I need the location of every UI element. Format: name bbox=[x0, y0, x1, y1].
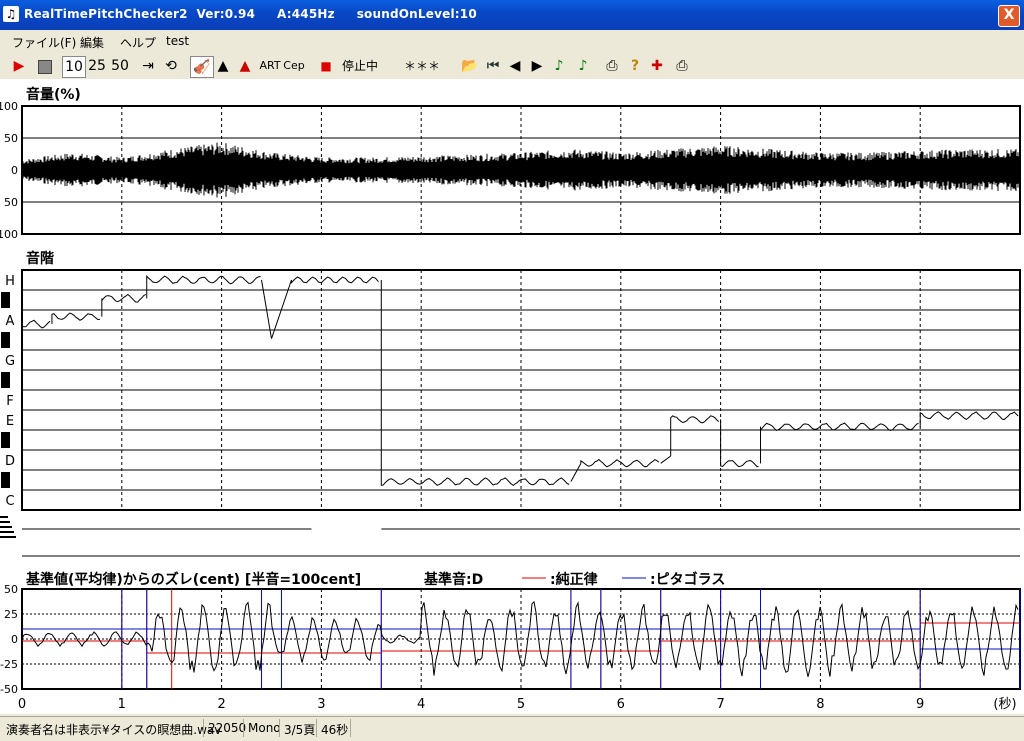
volume-tick: 100 bbox=[0, 100, 18, 113]
time-tick: 7 bbox=[716, 697, 724, 712]
volume-tick: 0 bbox=[11, 164, 18, 177]
volume-tick: 100 bbox=[0, 228, 18, 241]
repeat-icon[interactable]: ⟲ bbox=[161, 56, 181, 76]
cep-button[interactable]: Cep bbox=[282, 56, 306, 76]
open-folder-icon[interactable]: 📂 bbox=[460, 56, 480, 76]
chart-panel: 音量(%) 音階 基準値(平均律)からのズレ(cent) [半音=100cent… bbox=[0, 80, 1024, 714]
status-page: 3/5頁 bbox=[284, 723, 316, 737]
first-icon[interactable]: ⏮ bbox=[484, 56, 502, 76]
scale-note-label: H bbox=[5, 274, 15, 289]
status-rate: 22050 bbox=[208, 721, 247, 735]
speed-10-button[interactable]: 10 bbox=[62, 56, 86, 78]
menu-file[interactable]: ファイル(F) bbox=[12, 34, 76, 51]
time-tick: 6 bbox=[617, 697, 625, 712]
scale-note-label: A bbox=[6, 314, 15, 329]
volume-chart: 100 50 0 50 100 bbox=[0, 100, 1021, 241]
deviation-tick: 50 bbox=[4, 583, 18, 596]
person-icon[interactable]: ▲ bbox=[214, 56, 232, 76]
violin-icon[interactable]: 🎻 bbox=[190, 56, 214, 78]
status-channels: Mono bbox=[248, 721, 281, 735]
time-tick: 3 bbox=[317, 697, 325, 712]
scale-note-label: C bbox=[5, 494, 14, 509]
time-tick: 1 bbox=[118, 697, 126, 712]
app-icon: ♫ bbox=[3, 6, 19, 22]
black-key bbox=[1, 432, 10, 448]
deviation-tick: 0 bbox=[11, 633, 18, 646]
stop-button[interactable] bbox=[34, 56, 56, 76]
play-icon[interactable]: ▶ bbox=[8, 56, 30, 76]
note2-icon[interactable]: ♪ bbox=[574, 56, 592, 76]
menu-edit[interactable]: 編集 bbox=[80, 34, 104, 51]
help-icon[interactable]: ? bbox=[626, 56, 644, 76]
person-red-icon[interactable]: ▲ bbox=[236, 56, 254, 76]
next-icon[interactable]: ▶ bbox=[528, 56, 546, 76]
status-duration: 46秒 bbox=[321, 723, 349, 737]
menu-help[interactable]: ヘルプ bbox=[120, 34, 156, 51]
scale-note-label: G bbox=[5, 354, 15, 369]
deviation-tick: -50 bbox=[0, 683, 18, 696]
art-button[interactable]: ART bbox=[258, 56, 282, 76]
record-icon[interactable]: ■ bbox=[318, 56, 334, 76]
black-key bbox=[1, 292, 10, 308]
status-file: 演奏者名は非表示¥タイスの瞑想曲.wav bbox=[6, 723, 222, 737]
deviation-tick: 25 bbox=[4, 608, 18, 621]
menu-bar: ファイル(F) 編集 ヘルプ test bbox=[0, 31, 1024, 51]
toolbar: ▶ 10 25 50 ⇥ ⟲ 🎻 ▲ ▲ ART Cep ■ 停止中 ＊＊＊ 📂… bbox=[0, 53, 1024, 80]
window-title: RealTimePitchChecker2 Ver:0.94 A:445Hz s… bbox=[24, 7, 477, 21]
charts-svg: 100 50 0 50 100 H A G FE D C 50 25 0 -25 -50 0 1 2 3 4 5 6 7… bbox=[0, 100, 1021, 712]
print-icon[interactable]: ⎙ bbox=[602, 56, 622, 76]
prev-icon[interactable]: ◀ bbox=[506, 56, 524, 76]
time-tick: 8 bbox=[816, 697, 824, 712]
marker-icon[interactable]: ✚ bbox=[648, 56, 666, 76]
scale-note-label: E bbox=[6, 414, 14, 429]
menu-test[interactable]: test bbox=[166, 34, 189, 48]
black-key bbox=[1, 372, 10, 388]
close-button[interactable]: X bbox=[998, 5, 1020, 27]
black-key bbox=[1, 332, 10, 348]
black-key bbox=[1, 472, 10, 488]
note-icon[interactable]: ♪ bbox=[550, 56, 568, 76]
deviation-chart: 50 25 0 -25 -50 bbox=[0, 583, 1021, 696]
time-tick: 4 bbox=[417, 697, 425, 712]
speed-25-button[interactable]: 25 bbox=[86, 56, 108, 76]
time-tick: 9 bbox=[916, 697, 924, 712]
time-tick: 2 bbox=[217, 697, 225, 712]
status-text: 停止中 bbox=[341, 59, 378, 73]
time-unit: (秒) bbox=[993, 697, 1016, 712]
status-bar: 演奏者名は非表示¥タイスの瞑想曲.wav 22050 Mono 3/5頁 46秒 bbox=[0, 716, 1024, 741]
time-tick: 5 bbox=[517, 697, 525, 712]
speed-50-button[interactable]: 50 bbox=[109, 56, 131, 76]
volume-tick: 50 bbox=[4, 196, 18, 209]
readout: ＊＊＊ bbox=[403, 59, 440, 73]
title-bar: ♫ RealTimePitchChecker2 Ver:0.94 A:445Hz… bbox=[0, 0, 1024, 30]
volume-tick: 50 bbox=[4, 132, 18, 145]
time-axis: 0 1 2 3 4 5 6 7 8 9 (秒) bbox=[18, 697, 1017, 712]
scale-chart: H A G FE D C bbox=[0, 269, 1021, 557]
stop-icon bbox=[38, 60, 52, 74]
scale-note-label: F bbox=[6, 394, 13, 409]
deviation-tick: -25 bbox=[0, 658, 18, 671]
scale-note-label: D bbox=[5, 454, 15, 469]
jump-end-icon[interactable]: ⇥ bbox=[138, 56, 158, 76]
time-tick: 0 bbox=[18, 697, 26, 712]
printer-icon[interactable]: ⎙ bbox=[672, 56, 692, 76]
